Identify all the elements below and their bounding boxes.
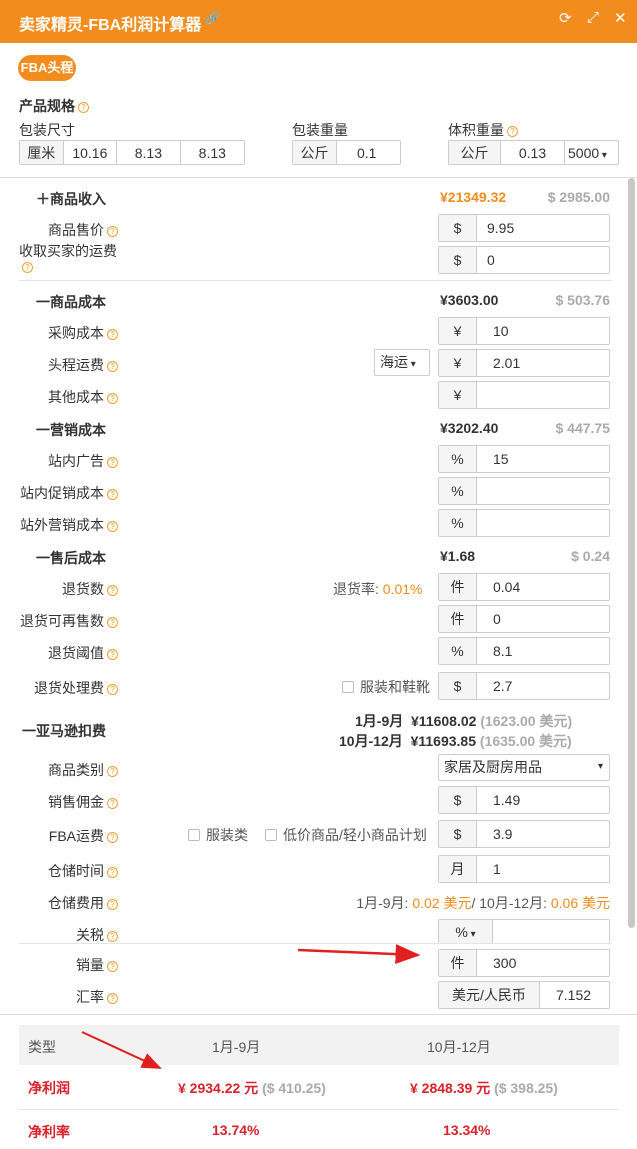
- arrow-to-profit: [81, 1031, 162, 1069]
- annotation-arrows: [81, 944, 421, 1069]
- arrow-to-sales: [297, 944, 421, 965]
